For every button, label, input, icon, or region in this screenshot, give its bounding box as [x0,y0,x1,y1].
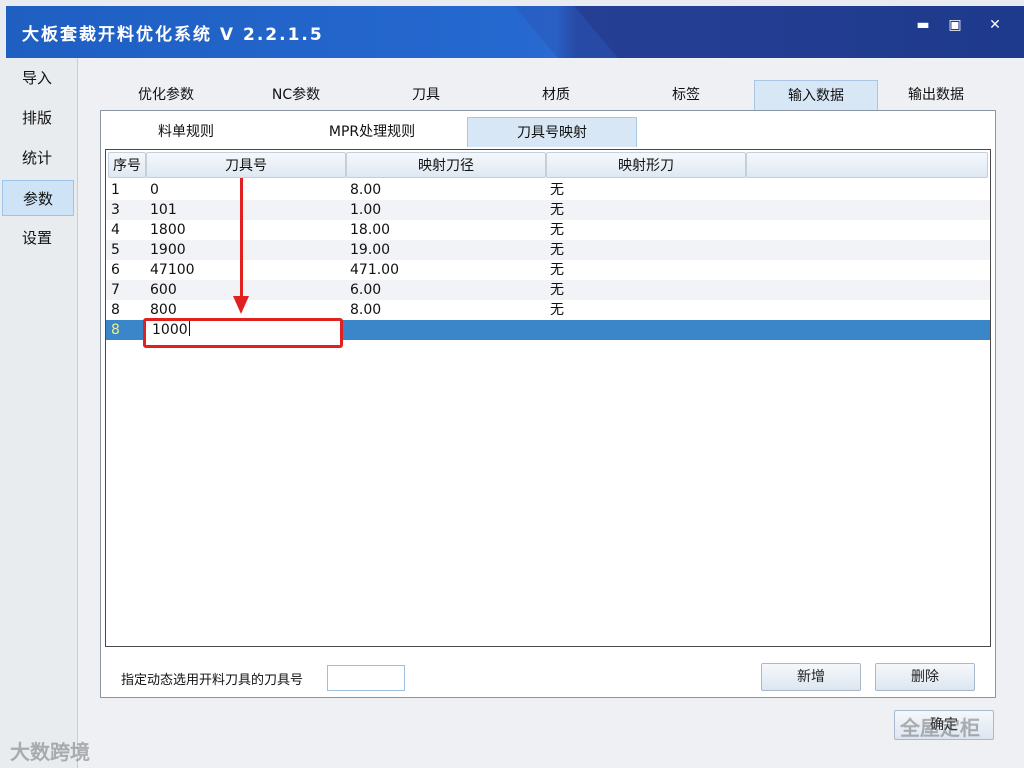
nav-item-layout[interactable]: 排版 [2,100,74,136]
cell-mapped-shape[interactable]: 无 [550,200,564,220]
maximize-icon[interactable]: ▣ [940,14,970,36]
watermark-right: 全屋定柜 [900,716,980,740]
dynamic-tool-input[interactable] [327,665,405,691]
cell-mapped-diameter[interactable]: 6.00 [350,280,381,300]
column-header-mapped-shape-tool[interactable]: 映射形刀 [546,152,746,178]
tab-tools[interactable]: 刀具 [364,80,488,110]
cell-seq: 6 [111,262,120,278]
cell-seq: 3 [111,202,120,218]
close-icon[interactable]: ✕ [980,14,1010,36]
cell-mapped-shape[interactable]: 无 [550,260,564,280]
add-button[interactable]: 新增 [761,663,861,691]
tool-number-edit-input[interactable]: 1000 [146,320,342,340]
minimize-icon[interactable]: ▬ [908,14,938,36]
cell-seq: 5 [111,242,120,258]
text-caret [188,321,190,336]
cell-mapped-shape[interactable]: 无 [550,280,564,300]
cell-mapped-shape[interactable]: 无 [550,300,564,320]
cell-mapped-diameter[interactable]: 8.00 [350,180,381,200]
cell-tool-number[interactable]: 800 [150,300,177,320]
title-bar: 大板套裁开料优化系统 V 2.2.1.5 ▬ ▣ ✕ [6,6,1024,58]
cell-mapped-diameter[interactable]: 1.00 [350,200,381,220]
cell-tool-number[interactable]: 47100 [150,260,195,280]
tab-labels[interactable]: 标签 [624,80,748,110]
nav-item-statistics[interactable]: 统计 [2,140,74,176]
cell-seq: 7 [111,282,120,298]
column-header-mapped-diameter[interactable]: 映射刀径 [346,152,546,178]
subtab-mpr-rules[interactable]: MPR处理规则 [287,117,457,147]
table-row[interactable]: 4 1800 18.00 无 [106,220,990,240]
cell-mapped-shape[interactable]: 无 [550,180,564,200]
delete-button[interactable]: 删除 [875,663,975,691]
annotation-arrow-line [240,178,243,300]
column-header-tool-number[interactable]: 刀具号 [146,152,346,178]
edit-input-value: 1000 [152,322,188,338]
table-row[interactable]: 6 47100 471.00 无 [106,260,990,280]
table-row-editing[interactable]: 8 1000 [106,320,990,340]
nav-item-settings[interactable]: 设置 [2,220,74,256]
cell-seq: 4 [111,222,120,238]
cell-mapped-diameter[interactable]: 19.00 [350,240,390,260]
cell-seq: 8 [111,322,120,338]
tab-panel: 料单规则 MPR处理规则 刀具号映射 序号 刀具号 映射刀径 映射形刀 1 0 … [100,110,996,698]
cell-tool-number[interactable]: 1900 [150,240,186,260]
column-header-filler [746,152,988,178]
nav-item-parameters[interactable]: 参数 [2,180,74,216]
column-header-seq[interactable]: 序号 [108,152,146,178]
table-row[interactable]: 5 1900 19.00 无 [106,240,990,260]
cell-mapped-diameter[interactable]: 471.00 [350,260,399,280]
cell-tool-number[interactable]: 101 [150,200,177,220]
nav-item-import[interactable]: 导入 [2,60,74,96]
subtab-order-rules[interactable]: 料单规则 [101,117,271,147]
cell-seq: 8 [111,302,120,318]
tab-optimize-params[interactable]: 优化参数 [104,80,228,110]
cell-seq: 1 [111,182,120,198]
tab-material[interactable]: 材质 [494,80,618,110]
tab-input-data[interactable]: 输入数据 [754,80,878,110]
tool-mapping-grid: 序号 刀具号 映射刀径 映射形刀 1 0 8.00 无 3 101 1.00 无… [105,149,991,647]
cell-mapped-shape[interactable]: 无 [550,240,564,260]
table-row[interactable]: 1 0 8.00 无 [106,180,990,200]
subtab-tool-mapping[interactable]: 刀具号映射 [467,117,637,147]
tab-nc-params[interactable]: NC参数 [234,80,358,110]
cell-tool-number[interactable]: 600 [150,280,177,300]
annotation-arrow-head [233,296,249,314]
dynamic-tool-label: 指定动态选用开料刀具的刀具号 [121,673,304,688]
watermark-left: 大数跨境 [10,740,90,764]
main-area: 优化参数 NC参数 刀具 材质 标签 输入数据 输出数据 料单规则 MPR处理规… [78,58,1024,768]
cell-mapped-diameter[interactable]: 18.00 [350,220,390,240]
cell-mapped-shape[interactable]: 无 [550,220,564,240]
left-nav: 导入 排版 统计 参数 设置 [0,58,78,768]
cell-tool-number[interactable]: 1800 [150,220,186,240]
cell-mapped-diameter[interactable]: 8.00 [350,300,381,320]
window-title: 大板套裁开料优化系统 V 2.2.1.5 [22,25,324,45]
cell-tool-number[interactable]: 0 [150,180,159,200]
tab-output-data[interactable]: 输出数据 [874,80,998,110]
grid-header: 序号 刀具号 映射刀径 映射形刀 [106,150,990,180]
title-bar-decoration [514,6,618,58]
table-row[interactable]: 3 101 1.00 无 [106,200,990,220]
